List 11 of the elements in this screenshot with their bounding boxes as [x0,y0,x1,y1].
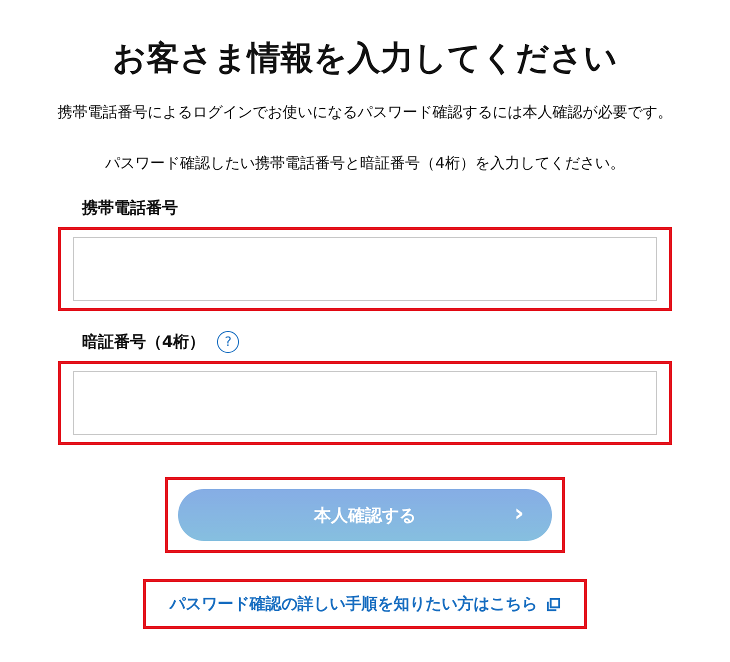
help-link[interactable]: パスワード確認の詳しい手順を知りたい方はこちら [170,594,538,614]
page-title: お客さま情報を入力してください [112,37,618,79]
chevron-icon: › [514,501,524,525]
field-label: 携帯電話番号 [82,198,178,218]
description-text: パスワード確認したい携帯電話番号と暗証番号（4桁）を入力してください。 [105,154,625,173]
field-label: 暗証番号（4桁） [82,332,206,352]
help-icon[interactable]: ? [217,331,240,353]
external-link-icon [546,596,560,612]
input-field[interactable] [73,371,657,435]
description-text: 携帯電話番号によるログインでお使いになるパスワード確認するには本人確認が必要です。 [58,103,672,122]
input-field[interactable] [73,237,657,301]
